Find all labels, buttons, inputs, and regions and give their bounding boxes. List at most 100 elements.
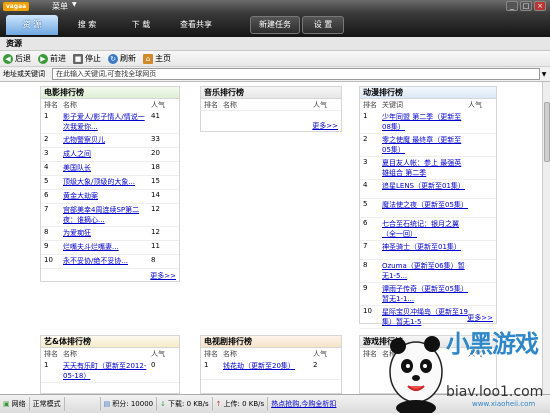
table-row[interactable]: 2 零之使魔 最终章（更新至05集） — [360, 134, 496, 157]
row-title-link[interactable]: 顶级大象/顶级的大象... — [63, 178, 135, 186]
download-arrow-icon: ↓ — [160, 400, 166, 408]
row-title-link[interactable]: 宫部美幸4周连续SP第二夜：谁摘心... — [63, 206, 139, 224]
watermark-url: www.xiaoheii.com — [472, 400, 536, 408]
row-title-link[interactable]: 烂嘴夫斗烂嘴妻... — [63, 243, 119, 251]
table-row[interactable]: 9 烂嘴夫斗烂嘴妻... 11 — [41, 241, 179, 255]
row-title-link[interactable]: 黄金大劫案 — [63, 192, 98, 200]
row-title-link[interactable]: 为爱痴狂 — [63, 229, 91, 237]
col-popularity: 人气 — [468, 101, 482, 109]
row-title-link[interactable]: 谭雨子传奇（更新至05集）暂无1-1... — [382, 285, 468, 303]
minimize-button[interactable]: _ — [506, 1, 518, 11]
table-row[interactable]: 5 魔法使之夜（更新至05集） — [360, 199, 496, 218]
table-row[interactable]: 7 神圣骑士（更新至01集） — [360, 241, 496, 260]
col-name: 名称 — [223, 350, 237, 358]
main-tab-bar: 资 源 搜 索 下 载 查看共享 新建任务 设 置 — [0, 13, 550, 37]
table-row[interactable]: 6 七合至石统记：银月之翼（全一回） — [360, 218, 496, 241]
row-title-link[interactable]: 永不妥协/绝不妥协... — [63, 257, 128, 265]
row-title-link[interactable]: 钱花劫（更新至20集） — [223, 362, 295, 370]
row-title-link[interactable]: 少年同盟 第二季（更新至08集） — [382, 113, 461, 131]
row-title-link[interactable]: 尤物警察贝儿 — [63, 136, 105, 144]
row-title-link[interactable]: Ozuma（更新至06集）暂无1-5... — [382, 262, 465, 280]
row-popularity: 11 — [151, 242, 160, 250]
row-rank: 8 — [44, 228, 49, 236]
chevron-down-icon[interactable]: ▼ — [72, 1, 77, 8]
scrollbar-thumb[interactable] — [544, 102, 550, 162]
row-popularity — [468, 158, 496, 178]
row-rank: 3 — [44, 149, 49, 157]
row-popularity: 12 — [151, 205, 160, 213]
main-menu[interactable]: 菜单 — [52, 1, 68, 12]
row-rank: 10 — [44, 256, 53, 264]
tab-resources[interactable]: 资 源 — [6, 15, 58, 35]
forward-button[interactable]: ▶ 前进 — [38, 53, 66, 64]
home-button[interactable]: ⌂ 主页 — [143, 53, 171, 64]
mode-status[interactable]: 正常模式 — [30, 397, 65, 411]
address-input[interactable]: 在此输入关键词,可查找全球网页 — [52, 68, 540, 80]
upload-speed: ↑ 上传: 0 KB/s — [213, 397, 269, 411]
table-row[interactable]: 5 顶级大象/顶级的大象... 15 — [41, 176, 179, 190]
col-popularity: 人气 — [151, 101, 165, 109]
table-row[interactable]: 10 永不妥协/绝不妥协... 8 — [41, 255, 179, 269]
table-row[interactable]: 4 追星LENS（更新至01集） — [360, 180, 496, 199]
col-popularity: 人气 — [313, 101, 327, 109]
tv-ranking-panel: 电视剧排行榜 排名 名称 人气 1 钱花劫（更新至20集） 2 — [200, 335, 342, 394]
col-rank: 排名 — [363, 101, 377, 109]
table-row[interactable]: 9 谭雨子传奇（更新至05集）暂无1-1... — [360, 283, 496, 306]
table-row[interactable]: 1 少年同盟 第二季（更新至08集） — [360, 111, 496, 134]
maximize-button[interactable]: □ — [520, 1, 532, 11]
stop-button[interactable]: ■ 停止 — [73, 53, 101, 64]
anime-ranking-panel: 动漫排行榜 排名 关键词 人气 1 少年同盟 第二季（更新至08集） 2 零之使魔 最… — [359, 86, 497, 329]
new-task-button[interactable]: 新建任务 — [250, 16, 300, 34]
col-rank: 排名 — [363, 350, 377, 358]
row-rank: 4 — [44, 163, 49, 171]
row-title-link[interactable]: 成人之间 — [63, 150, 91, 158]
tab-download[interactable]: 下 载 — [116, 15, 166, 35]
back-button[interactable]: ◀ 后退 — [3, 53, 31, 64]
table-row[interactable]: 6 黄金大劫案 14 — [41, 190, 179, 204]
row-title-link[interactable]: 夏目友人帐：参上 最强英雄组合 第二季 — [382, 159, 461, 177]
row-title-link[interactable]: 零之使魔 最终章（更新至05集） — [382, 136, 461, 154]
row-title-link[interactable]: 七合至石统记：银月之翼（全一回） — [382, 220, 459, 238]
table-row[interactable]: 2 尤物警察贝儿 33 — [41, 134, 179, 148]
row-rank: 7 — [363, 242, 368, 250]
row-rank: 6 — [44, 191, 49, 199]
app-logo: vagaa — [3, 2, 29, 11]
row-rank: 2 — [44, 135, 49, 143]
chevron-down-icon[interactable]: ▼ — [540, 71, 548, 78]
table-row[interactable]: 1 影子爱人/影子情人/情说一次我爱你... 41 — [41, 111, 179, 134]
table-row[interactable]: 8 Ozuma（更新至06集）暂无1-5... — [360, 260, 496, 283]
refresh-button[interactable]: ↻ 刷新 — [108, 53, 136, 64]
col-name: 名称 — [63, 350, 77, 358]
tab-view-share[interactable]: 查看共享 — [168, 15, 224, 35]
forward-arrow-icon: ▶ — [38, 53, 48, 64]
row-popularity: 8 — [151, 256, 156, 264]
row-rank: 4 — [363, 181, 368, 189]
row-title-link[interactable]: 魔法使之夜（更新至05集） — [382, 201, 468, 209]
row-title-link[interactable]: 神圣骑士（更新至01集） — [382, 243, 461, 251]
more-link[interactable]: 更多>> — [150, 271, 176, 281]
tab-search[interactable]: 搜 索 — [62, 15, 112, 35]
row-popularity: 12 — [151, 228, 160, 236]
table-row[interactable]: 3 夏目友人帐：参上 最强英雄组合 第二季 — [360, 157, 496, 180]
table-row[interactable]: 7 宫部美幸4周连续SP第二夜：谁摘心... 12 — [41, 204, 179, 227]
table-row[interactable]: 1 钱花劫（更新至20集） 2 — [201, 360, 341, 380]
table-row[interactable]: 8 为爱痴狂 12 — [41, 227, 179, 241]
row-popularity: 2 — [313, 361, 318, 369]
brand-text: 小黑游戏 — [446, 330, 539, 358]
row-title-link[interactable]: 追星LENS（更新至01集） — [382, 182, 465, 190]
more-link[interactable]: 更多>> — [312, 121, 338, 131]
network-status[interactable]: ▣ 网络 — [0, 397, 30, 411]
row-title-link[interactable]: 天天有乐町（更新至2012-05-18） — [63, 362, 146, 380]
panel-title: 音乐排行榜 — [201, 87, 341, 99]
row-title-link[interactable]: 影子爱人/影子情人/情说一次我爱你... — [63, 113, 145, 131]
settings-button[interactable]: 设 置 — [302, 16, 344, 34]
home-icon: ⌂ — [143, 53, 153, 64]
browser-toolbar: ◀ 后退 ▶ 前进 ■ 停止 ↻ 刷新 ⌂ 主页 — [0, 51, 550, 67]
row-popularity: 15 — [151, 177, 160, 185]
close-button[interactable]: × — [534, 1, 546, 11]
row-title-link[interactable]: 美国队长 — [63, 164, 91, 172]
table-row[interactable]: 4 美国队长 18 — [41, 162, 179, 176]
table-row[interactable]: 3 成人之间 20 — [41, 148, 179, 162]
table-row[interactable]: 1 天天有乐町（更新至2012-05-18） 0 — [41, 360, 179, 383]
promo-link[interactable]: 热点抢购,今购全析扣 — [271, 399, 336, 409]
